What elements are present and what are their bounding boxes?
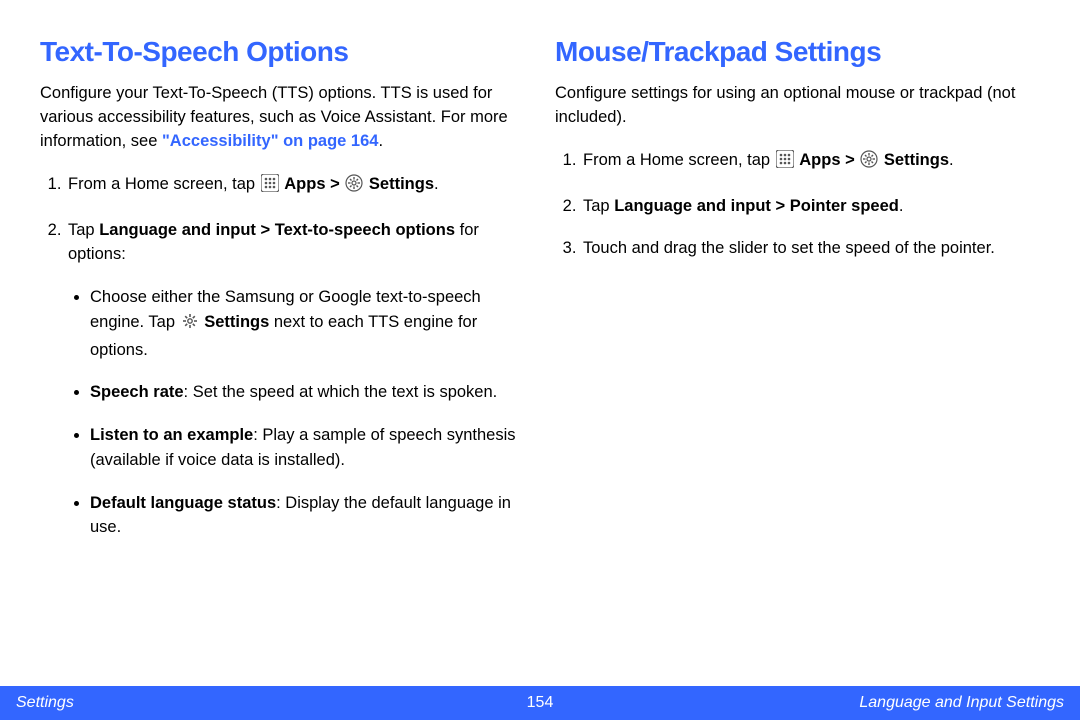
text: .	[378, 132, 383, 150]
mouse-intro: Configure settings for using an optional…	[555, 82, 1040, 130]
text: Tap	[583, 197, 614, 215]
page-number: 154	[527, 694, 554, 712]
apps-icon	[261, 174, 279, 200]
list-item: Choose either the Samsung or Google text…	[90, 285, 525, 362]
list-item: Tap Language and input > Text-to-speech …	[66, 218, 525, 541]
list-item: From a Home screen, tap Apps > Settings.	[581, 148, 1040, 176]
text: Settings	[884, 151, 949, 169]
tts-steps: From a Home screen, tap Apps > Settings.…	[40, 172, 525, 540]
right-column: Mouse/Trackpad Settings Configure settin…	[555, 36, 1040, 680]
text: .	[899, 197, 904, 215]
apps-icon	[776, 150, 794, 176]
mouse-steps: From a Home screen, tap Apps > Settings.…	[555, 148, 1040, 261]
text: Settings	[204, 313, 269, 331]
list-item: Tap Language and input > Pointer speed.	[581, 194, 1040, 219]
text: Tap	[68, 221, 99, 239]
mouse-heading: Mouse/Trackpad Settings	[555, 36, 1040, 68]
list-item: Touch and drag the slider to set the spe…	[581, 236, 1040, 261]
tts-heading: Text-To-Speech Options	[40, 36, 525, 68]
tts-bullets: Choose either the Samsung or Google text…	[68, 285, 525, 540]
text: Speech rate	[90, 383, 184, 401]
text: Apps >	[799, 151, 859, 169]
list-item: Default language status: Display the def…	[90, 491, 525, 541]
list-item: Speech rate: Set the speed at which the …	[90, 380, 525, 405]
page-footer: Settings 154 Language and Input Settings	[0, 686, 1080, 720]
footer-left: Settings	[16, 694, 74, 712]
text: From a Home screen, tap	[583, 151, 775, 169]
text: Listen to an example	[90, 426, 253, 444]
accessibility-link[interactable]: "Accessibility" on page 164	[162, 132, 378, 150]
gear-icon	[181, 312, 199, 338]
text: Language and input > Pointer speed	[614, 197, 899, 215]
gear-icon	[860, 150, 878, 176]
text: From a Home screen, tap	[68, 175, 260, 193]
gear-icon	[345, 174, 363, 200]
text: .	[434, 175, 439, 193]
list-item: Listen to an example: Play a sample of s…	[90, 423, 525, 473]
left-column: Text-To-Speech Options Configure your Te…	[40, 36, 525, 680]
tts-intro: Configure your Text-To-Speech (TTS) opti…	[40, 82, 525, 154]
list-item: From a Home screen, tap Apps > Settings.	[66, 172, 525, 200]
footer-right: Language and Input Settings	[859, 694, 1064, 712]
text: .	[949, 151, 954, 169]
text: Settings	[369, 175, 434, 193]
text: Default language status	[90, 494, 276, 512]
text: : Set the speed at which the text is spo…	[184, 383, 498, 401]
text: Language and input > Text-to-speech opti…	[99, 221, 455, 239]
text: Apps >	[284, 175, 344, 193]
